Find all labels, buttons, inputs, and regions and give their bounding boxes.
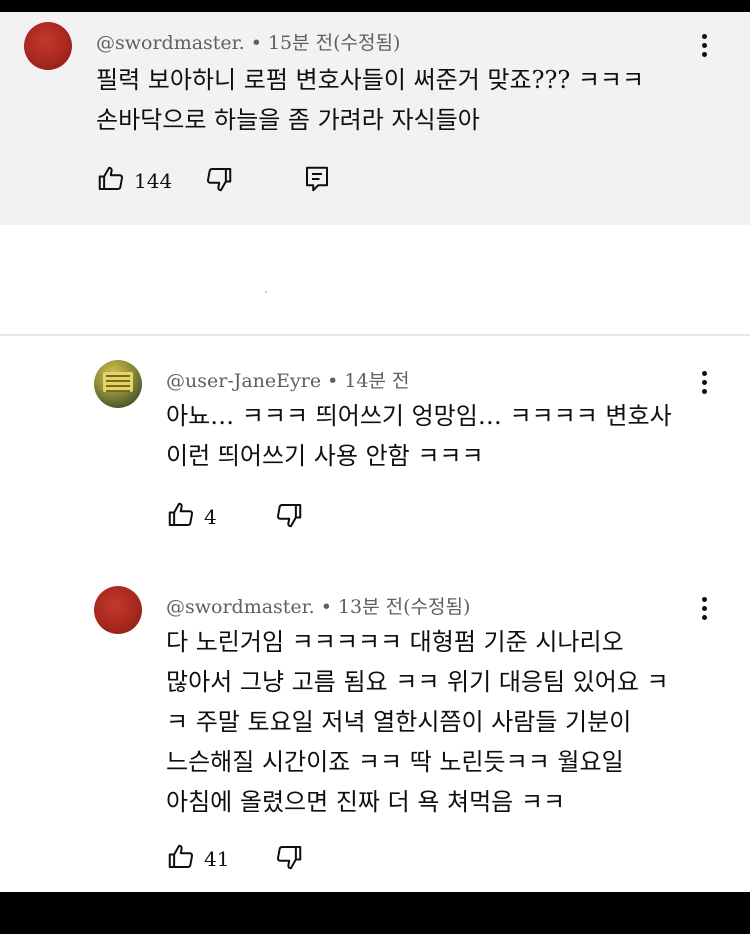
timestamp: 13분 전(수정됨) bbox=[337, 596, 471, 618]
avatar-sign-image bbox=[103, 372, 133, 392]
comment-meta: @swordmaster. • 13분 전(수정됨) bbox=[166, 592, 470, 619]
like-count: 41 bbox=[204, 847, 230, 871]
thumbs-down-icon bbox=[276, 504, 302, 528]
like-count: 144 bbox=[134, 169, 173, 193]
comment-text: 다 노린거임 ㅋㅋㅋㅋㅋ 대형펌 기준 시나리오 많아서 그냥 고름 됨요 ㅋㅋ… bbox=[166, 622, 669, 822]
thumbs-up-icon bbox=[168, 844, 194, 868]
comment-line: 다 노린거임 ㅋㅋㅋㅋㅋ 대형펌 기준 시나리오 bbox=[166, 628, 624, 656]
timestamp: 15분 전(수정됨) bbox=[267, 32, 401, 54]
dislike-button[interactable] bbox=[204, 164, 236, 198]
like-button[interactable]: 41 bbox=[166, 842, 236, 876]
more-options-button[interactable] bbox=[694, 368, 714, 398]
author-name[interactable]: @swordmaster. bbox=[166, 596, 315, 618]
comment-actions: 4 bbox=[166, 500, 366, 534]
author-name[interactable]: @user-JaneEyre bbox=[166, 370, 321, 392]
comment-actions: 41 bbox=[166, 842, 366, 876]
comments-screen: @swordmaster. • 15분 전(수정됨) 필력 보아하니 로펌 변호사들… bbox=[0, 12, 750, 892]
avatar[interactable] bbox=[24, 22, 72, 70]
comment-line: 아침에 올렸으면 진짜 더 욕 쳐먹음 ㅋㅋ bbox=[166, 788, 566, 816]
comment-meta: @user-JaneEyre • 14분 전 bbox=[166, 366, 410, 393]
comment-line: ㅋ 주말 토요일 저녁 열한시쯤이 사람들 기분이 bbox=[166, 708, 632, 736]
like-count: 4 bbox=[204, 505, 217, 529]
section-divider bbox=[0, 334, 750, 336]
more-vertical-icon bbox=[702, 371, 707, 376]
separator-dot: • bbox=[327, 370, 339, 392]
like-button[interactable]: 144 bbox=[96, 164, 176, 198]
comment-text: 아뇨… ㅋㅋㅋ 띄어쓰기 엉망임… ㅋㅋㅋㅋ 변호사 이런 띄어쓰기 사용 안함… bbox=[166, 396, 672, 476]
thumbs-up-icon bbox=[168, 502, 194, 526]
reply-comment-icon bbox=[306, 166, 328, 192]
dislike-button[interactable] bbox=[274, 842, 306, 876]
thumbs-down-icon bbox=[206, 168, 232, 192]
separator-dot: • bbox=[250, 32, 262, 54]
comment-line: 이런 띄어쓰기 사용 안함 ㅋㅋㅋ bbox=[166, 442, 484, 470]
comment-text: 필력 보아하니 로펌 변호사들이 써준거 맞죠??? ㅋㅋㅋ 손바닥으로 하늘을… bbox=[96, 60, 644, 140]
more-options-button[interactable] bbox=[694, 594, 714, 624]
separator-dot: • bbox=[320, 596, 332, 618]
comment-line: 느슨해질 시간이죠 ㅋㅋ 딱 노린듯ㅋㅋ 월요일 bbox=[166, 748, 624, 776]
comment-line: 아뇨… ㅋㅋㅋ 띄어쓰기 엉망임… ㅋㅋㅋㅋ 변호사 bbox=[166, 402, 672, 430]
avatar[interactable] bbox=[94, 586, 142, 634]
comment-line: 필력 보아하니 로펌 변호사들이 써준거 맞죠??? ㅋㅋㅋ bbox=[96, 66, 645, 94]
more-vertical-icon bbox=[702, 34, 707, 39]
thumbs-down-icon bbox=[276, 846, 302, 870]
comment-line: 손바닥으로 하늘을 좀 가려라 자식들아 bbox=[96, 106, 480, 134]
avatar[interactable] bbox=[94, 360, 142, 408]
comment-line: 많아서 그냥 고름 됨요 ㅋㅋ 위기 대응팀 있어요 ㅋ bbox=[166, 668, 669, 696]
comment-actions: 144 bbox=[96, 164, 396, 198]
loading-dot bbox=[265, 291, 267, 293]
dislike-button[interactable] bbox=[274, 500, 306, 534]
author-name[interactable]: @swordmaster. bbox=[96, 32, 245, 54]
comment-meta: @swordmaster. • 15분 전(수정됨) bbox=[96, 28, 400, 55]
more-vertical-icon bbox=[702, 597, 707, 602]
reply-button[interactable] bbox=[302, 164, 334, 198]
more-options-button[interactable] bbox=[694, 31, 714, 61]
timestamp: 14분 전 bbox=[344, 370, 410, 392]
like-button[interactable]: 4 bbox=[166, 500, 226, 534]
thumbs-up-icon bbox=[98, 166, 124, 190]
